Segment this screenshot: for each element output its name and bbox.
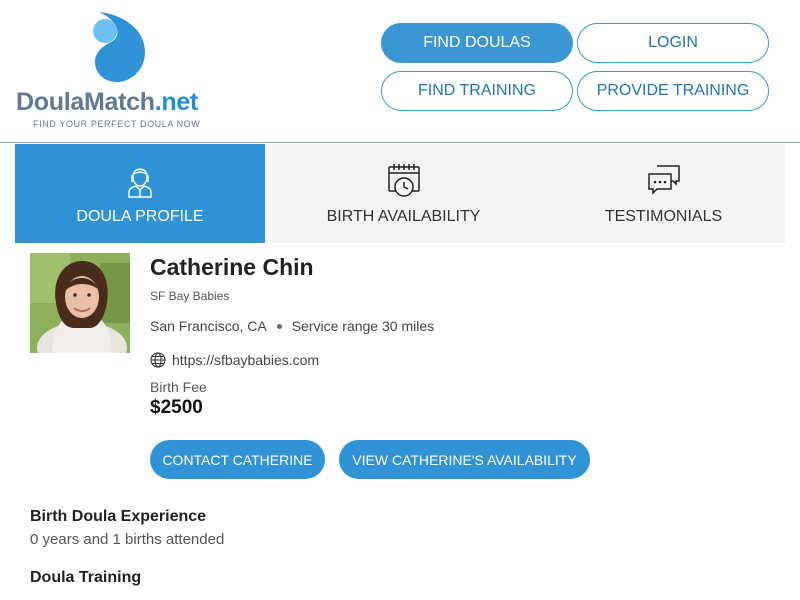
tab-testimonials[interactable]: TESTIMONIALS — [542, 144, 785, 243]
contact-button[interactable]: CONTACT CATHERINE — [150, 440, 325, 479]
experience-heading: Birth Doula Experience — [30, 508, 207, 525]
chat-bubbles-icon — [647, 165, 680, 195]
training-heading: Doula Training — [30, 569, 142, 586]
logo-drop-icon — [93, 12, 145, 82]
site-header: DoulaMatch.net FIND YOUR PERFECT DOULA N… — [0, 0, 800, 143]
separator-dot — [276, 323, 282, 329]
experience-text: 0 years and 1 births attended — [30, 531, 225, 548]
website-row: https://sfbaybabies.com — [150, 352, 319, 368]
service-range: Service range 30 miles — [291, 318, 435, 334]
website-link[interactable]: https://sfbaybabies.com — [172, 352, 319, 368]
logo-tagline: FIND YOUR PERFECT DOULA NOW — [33, 119, 201, 129]
doula-location-row: San Francisco, CA Service range 30 miles — [150, 318, 434, 334]
view-availability-button[interactable]: VIEW CATHERINE'S AVAILABILITY — [339, 440, 590, 479]
provide-training-button[interactable]: PROVIDE TRAINING — [577, 71, 769, 111]
profile-tabs: DOULA PROFILE BIRTH AVAILABILITY TESTIMO… — [15, 144, 785, 243]
tab-doula-profile[interactable]: DOULA PROFILE — [15, 144, 265, 243]
doula-location: San Francisco, CA — [150, 318, 267, 334]
tab-birth-availability[interactable]: BIRTH AVAILABILITY — [265, 144, 542, 243]
doula-organization: SF Bay Babies — [150, 289, 230, 303]
tab-label: TESTIMONIALS — [604, 208, 723, 225]
globe-icon — [150, 352, 166, 368]
doula-name: Catherine Chin — [150, 254, 314, 280]
find-training-button[interactable]: FIND TRAINING — [381, 71, 573, 111]
logo-match: Match — [83, 88, 155, 116]
logo-wordmark: DoulaMatch.net — [16, 88, 198, 117]
tab-label: DOULA PROFILE — [76, 208, 204, 225]
tab-label: BIRTH AVAILABILITY — [326, 208, 481, 225]
calendar-clock-icon — [387, 164, 420, 197]
profile-icon — [128, 168, 152, 198]
fee-label: Birth Fee — [150, 379, 207, 395]
fee-value: $2500 — [150, 397, 203, 418]
logo-doula: Doula — [16, 88, 84, 116]
logo-net: .net — [154, 88, 199, 116]
login-button[interactable]: LOGIN — [577, 23, 769, 63]
doula-photo — [30, 253, 130, 353]
find-doulas-button[interactable]: FIND DOULAS — [381, 23, 573, 63]
site-logo[interactable]: DoulaMatch.net FIND YOUR PERFECT DOULA N… — [16, 10, 226, 135]
